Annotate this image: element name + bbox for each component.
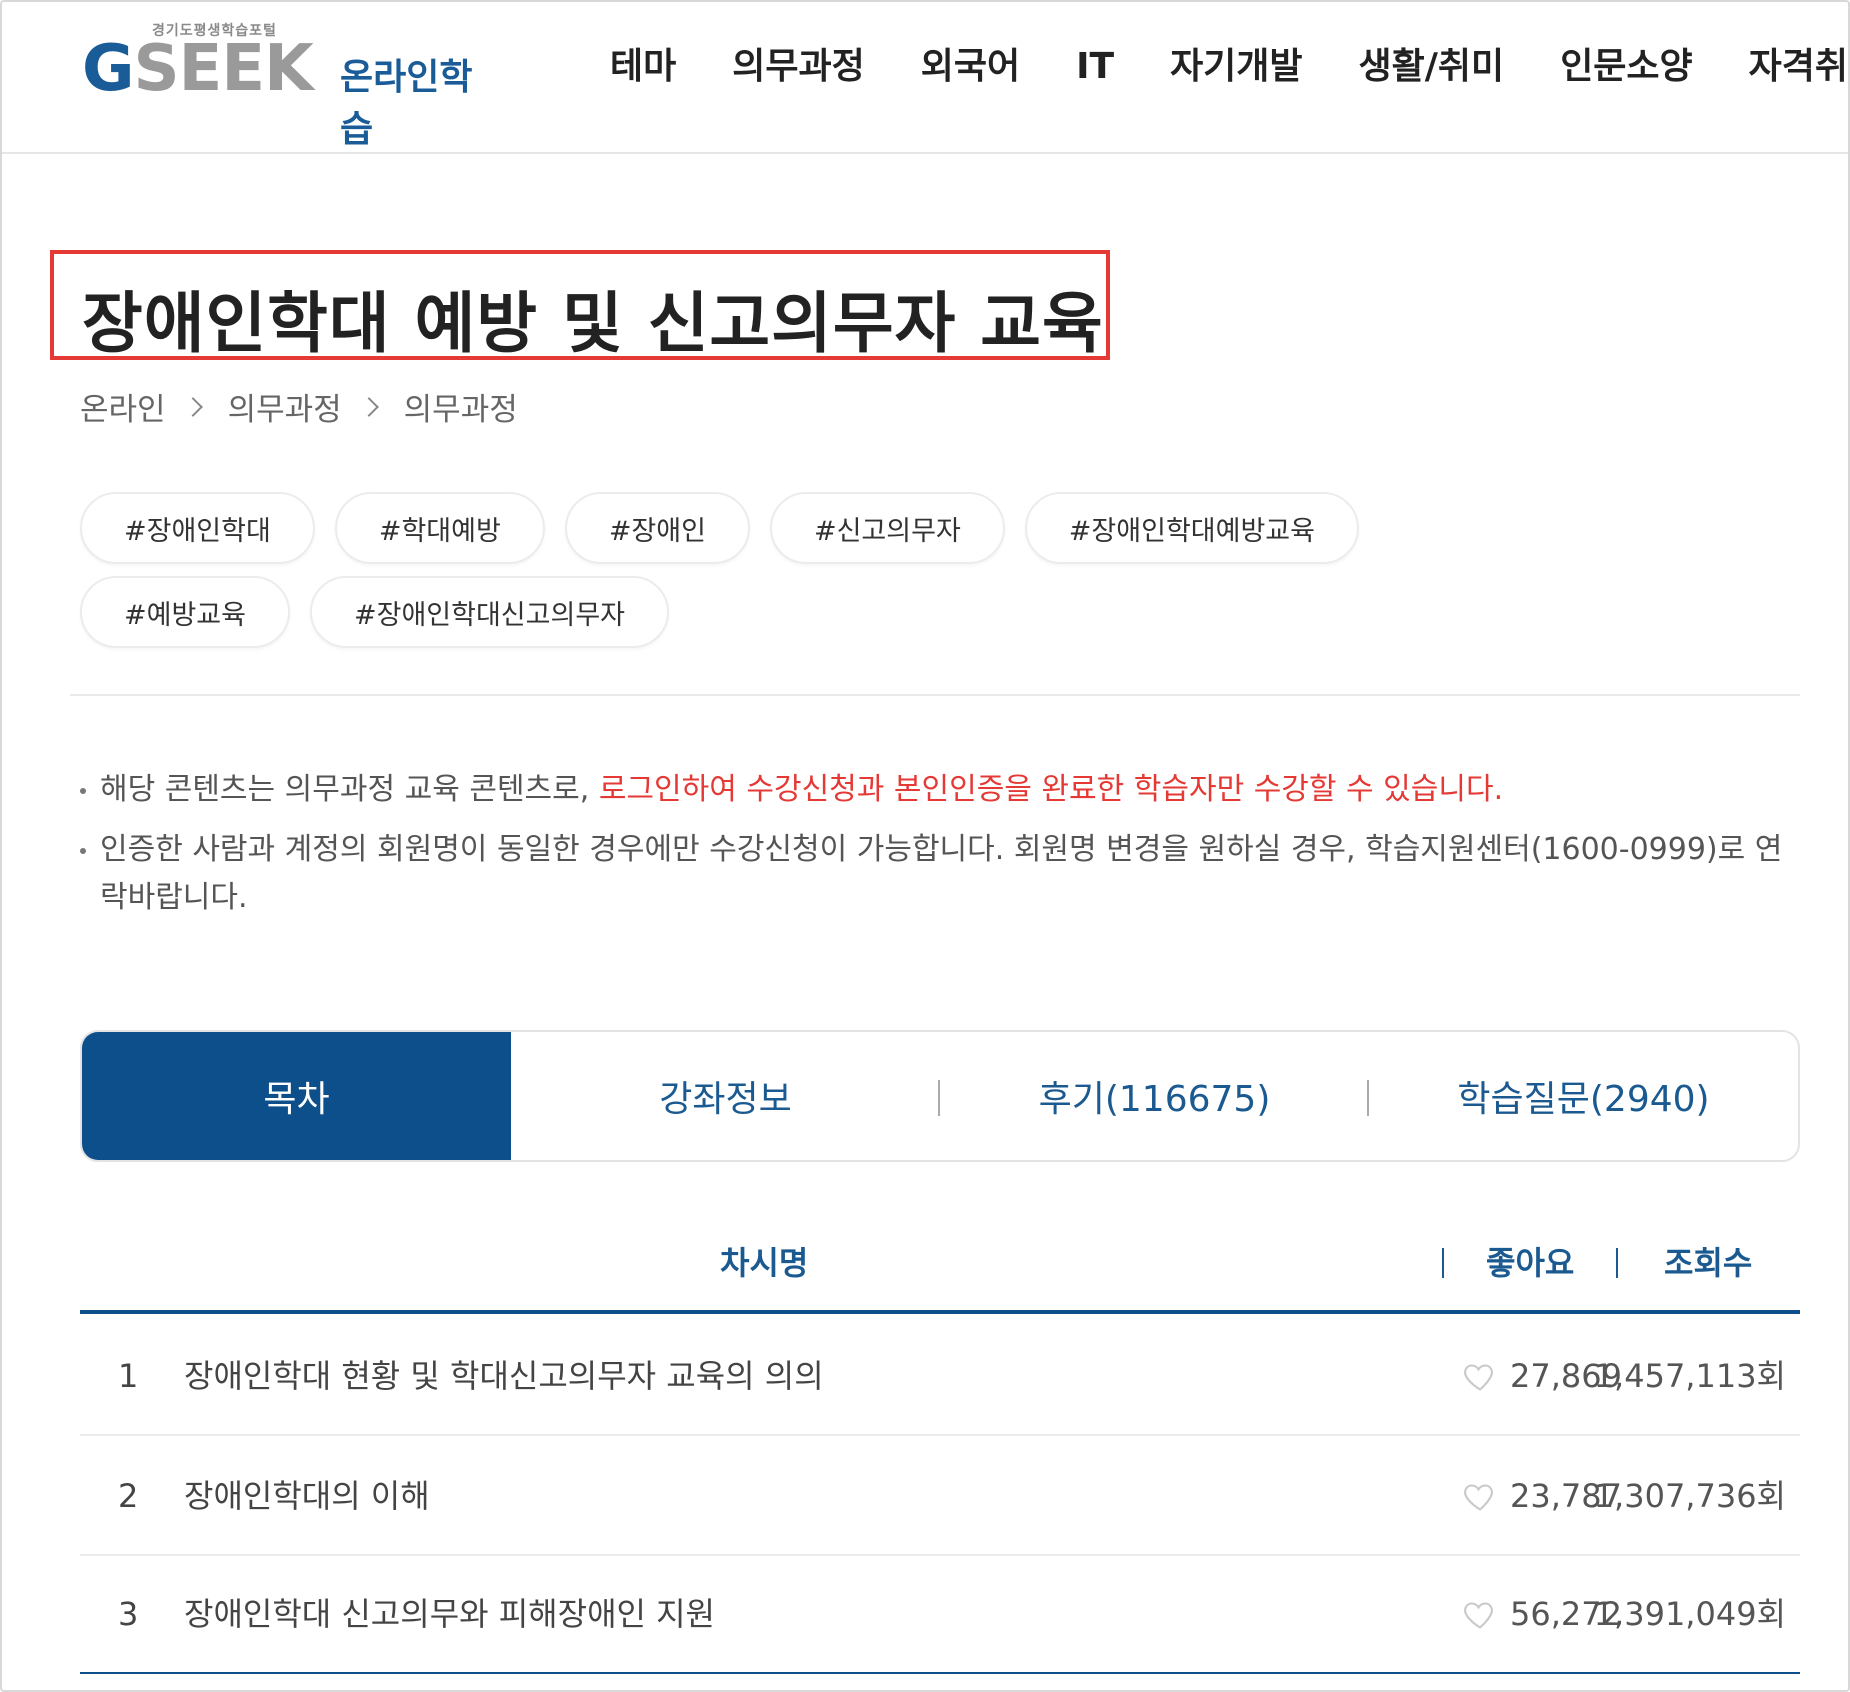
tab-questions[interactable]: 학습질문(2940) [1369,1032,1798,1160]
nav-item-mandatory[interactable]: 의무과정 [732,42,864,92]
main-nav: 테마 의무과정 외국어 IT 자기개발 생활/취미 인문소양 자격취득 [610,42,1848,92]
notice-warning-text: 로그인하여 수강신청과 본인인증을 완료한 학습자만 수강할 수 있습니다. [598,772,1504,807]
table-row[interactable]: 2 장애인학대의 이해 23,787 1,307,736회 [80,1438,1800,1556]
tag-list: #장애인학대 #학대예방 #장애인 #신고의무자 #장애인학대예방교육 #예방교… [80,492,1540,648]
gseek-logo[interactable]: 경기도평생학습포털 GSEEK 온라인학습 [82,20,502,150]
chevron-right-icon [182,396,203,417]
nav-item-it[interactable]: IT [1076,42,1114,92]
nav-item-humanities[interactable]: 인문소양 [1560,42,1692,92]
tab-contents[interactable]: 목차 [82,1032,511,1160]
logo-wordmark: GSEEK [82,32,314,106]
nav-item-foreign-language[interactable]: 외국어 [921,42,1020,92]
lesson-table-header: 차시명 좋아요 조회수 [80,1234,1800,1314]
title-highlight-box: 장애인학대 예방 및 신고의무자 교육 [50,250,1110,362]
tab-reviews[interactable]: 후기(116675) [940,1032,1369,1160]
tab-course-info[interactable]: 강좌정보 [511,1032,940,1160]
lesson-title[interactable]: 장애인학대 현황 및 학대신고의무자 교육의 의의 [184,1318,824,1434]
heart-icon[interactable] [1462,1358,1498,1394]
tag-chip[interactable]: #장애인학대신고의무자 [309,576,670,648]
nav-item-theme[interactable]: 테마 [610,42,676,92]
nav-item-self-development[interactable]: 자기개발 [1170,42,1302,92]
heart-icon[interactable] [1462,1596,1498,1632]
heart-icon[interactable] [1462,1478,1498,1514]
tag-chip[interactable]: #학대예방 [334,492,545,564]
column-header-likes: 좋아요 [1486,1244,1575,1282]
logo-online-label: 온라인학습 [340,57,473,150]
tag-chip[interactable]: #예방교육 [80,576,290,648]
notice-item: 인증한 사람과 계정의 회원명이 동일한 경우에만 수강신청이 가능합니다. 회… [80,826,1800,922]
page-title: 장애인학대 예방 및 신고의무자 교육 [82,285,1104,362]
column-divider [1616,1248,1618,1278]
nav-item-life-hobby[interactable]: 생활/취미 [1359,42,1505,92]
chevron-right-icon [358,396,379,417]
tag-chip[interactable]: #장애인 [564,492,750,564]
column-header-views: 조회수 [1664,1244,1753,1282]
site-header: 경기도평생학습포털 GSEEK 온라인학습 테마 의무과정 외국어 IT 자기개… [2,2,1848,154]
lesson-title[interactable]: 장애인학대의 이해 [184,1438,430,1554]
notice-list: 해당 콘텐츠는 의무과정 교육 콘텐츠로, 로그인하여 수강신청과 본인인증을 … [80,766,1800,934]
lesson-title[interactable]: 장애인학대 신고의무와 피해장애인 지원 [184,1556,715,1672]
breadcrumb: 온라인 의무과정 의무과정 [80,384,518,429]
tag-chip[interactable]: #장애인학대 [80,492,315,564]
lesson-number: 3 [118,1595,139,1633]
notice-item: 해당 콘텐츠는 의무과정 교육 콘텐츠로, 로그인하여 수강신청과 본인인증을 … [80,766,1800,814]
breadcrumb-item-mandatory-sub[interactable]: 의무과정 [404,384,518,429]
table-row[interactable]: 3 장애인학대 신고의무와 피해장애인 지원 56,272 1,391,049회 [80,1556,1800,1674]
tag-chip[interactable]: #장애인학대예방교육 [1024,492,1359,564]
section-divider [70,694,1800,696]
lesson-number: 1 [118,1357,139,1395]
lesson-number: 2 [118,1477,139,1515]
column-header-title: 차시명 [720,1244,809,1282]
lesson-views: 1,457,113회 [1593,1357,1786,1395]
page-frame: 경기도평생학습포털 GSEEK 온라인학습 테마 의무과정 외국어 IT 자기개… [0,0,1850,1692]
tag-chip[interactable]: #신고의무자 [769,492,1005,564]
lesson-views: 1,307,736회 [1593,1477,1786,1515]
nav-item-certification[interactable]: 자격취득 [1749,42,1848,92]
table-row[interactable]: 1 장애인학대 현황 및 학대신고의무자 교육의 의의 27,869 1,457… [80,1318,1800,1436]
column-divider [1442,1248,1444,1278]
lesson-views: 1,391,049회 [1593,1595,1786,1633]
content-tabs: 목차 강좌정보 후기(116675) 학습질문(2940) [80,1030,1800,1162]
breadcrumb-item-online[interactable]: 온라인 [80,384,166,429]
breadcrumb-item-mandatory[interactable]: 의무과정 [228,384,342,429]
